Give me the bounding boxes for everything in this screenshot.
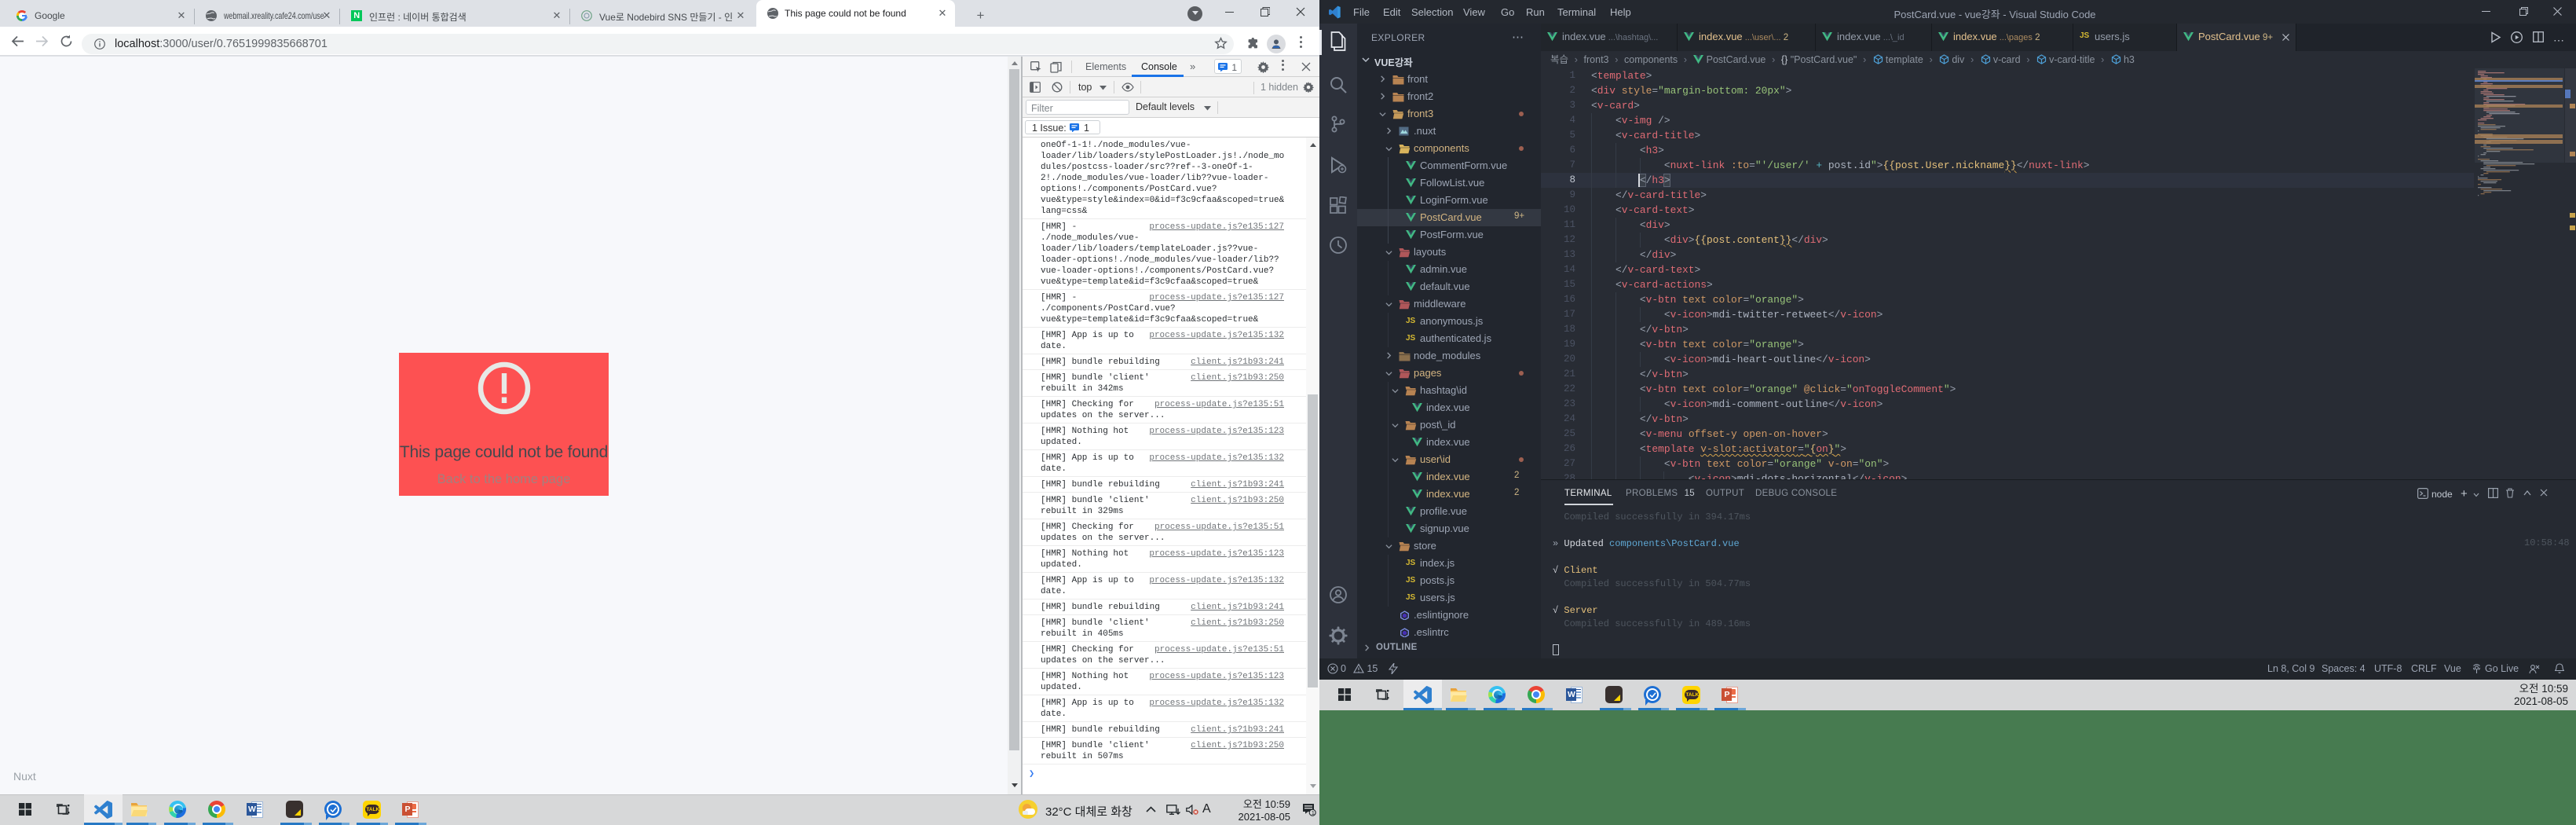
svg-text:1: 1 bbox=[1312, 809, 1315, 816]
